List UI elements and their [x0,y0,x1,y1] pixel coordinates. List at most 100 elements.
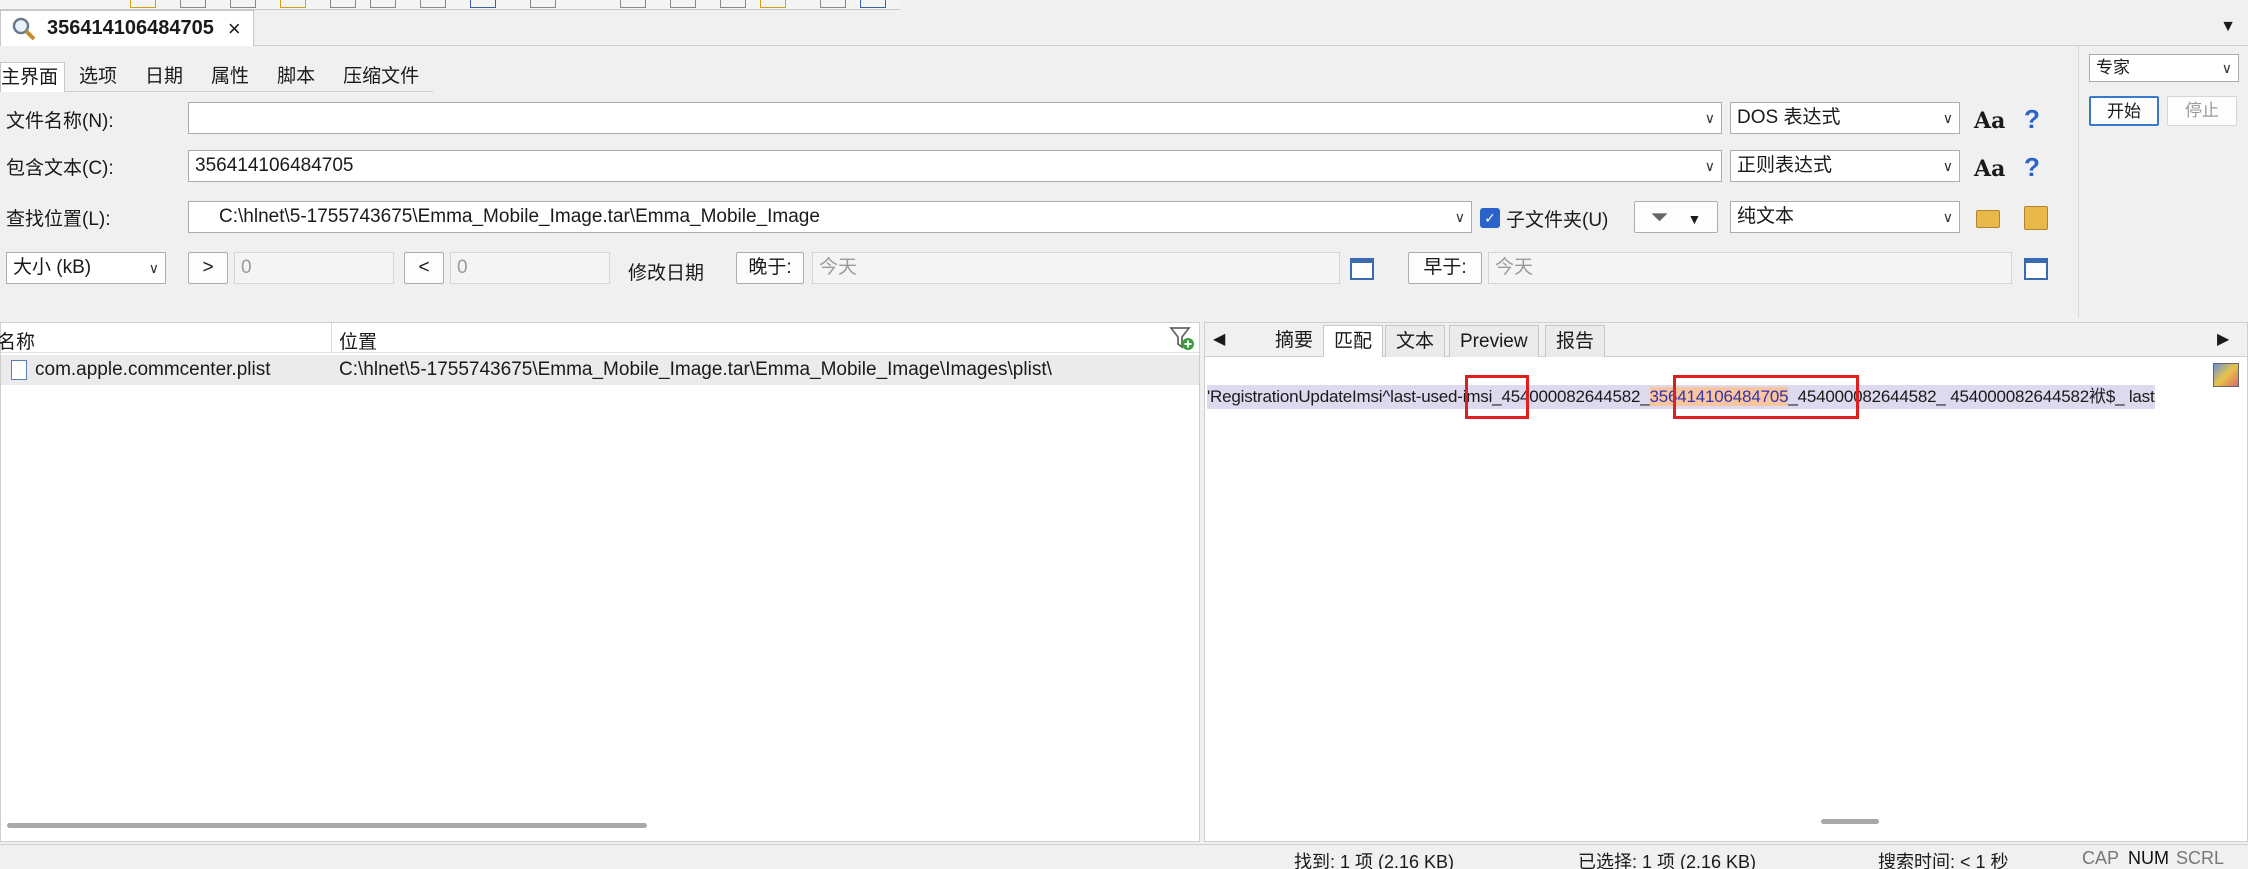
toolbar-icon[interactable] [530,0,556,8]
size-greater-button[interactable]: > [188,252,228,284]
toolbar-icon[interactable] [180,0,206,8]
image-icon[interactable] [2213,363,2239,387]
tab-archives[interactable]: 压缩文件 [329,62,434,92]
chevron-down-icon[interactable]: ∨ [1943,151,1953,181]
size-unit-select[interactable]: 大小 (kB) ∨ [6,252,166,284]
match-prefix: 'RegistrationUpdateImsi^last-used-imsi_ [1207,387,1502,406]
column-divider[interactable] [331,323,332,353]
after-date-input[interactable]: 今天 [812,252,1340,284]
location-label: 查找位置(L): [6,209,111,230]
toolbar-icon[interactable] [620,0,646,8]
help-icon[interactable]: ? [2024,104,2040,135]
chevron-down-icon[interactable]: ∨ [1455,202,1465,232]
table-row[interactable]: com.apple.commcenter.plist C:\hlnet\5-17… [1,355,1199,385]
criteria-tabs: 主界面 选项 日期 属性 脚本 压缩文件 [0,62,434,92]
before-date-input[interactable]: 今天 [1488,252,2012,284]
subfolders-checkbox[interactable]: ✓ [1480,208,1500,228]
funnel-icon: ⏷ [1650,204,1669,229]
size-less-button[interactable]: < [404,252,444,284]
tab-options[interactable]: 选项 [65,62,132,92]
content-input[interactable]: 356414106484705 ∨ [188,150,1722,182]
preview-tabs: ◀ 摘要 匹配 文本 Preview 报告 ▶ [1205,323,2247,357]
profile-value: 专家 [2096,58,2130,77]
tab-text[interactable]: 文本 [1385,325,1446,357]
num-indicator: NUM [2128,848,2169,868]
calendar-icon[interactable] [2024,258,2048,280]
tab-script[interactable]: 脚本 [263,62,330,92]
toolbar-icon[interactable] [760,0,786,8]
toolbar-icon[interactable] [370,0,396,8]
chevron-down-icon[interactable]: ∨ [149,253,159,283]
stop-button[interactable]: 停止 [2167,96,2237,126]
chevron-down-icon[interactable]: ∨ [1705,151,1715,181]
toolbar-icon[interactable] [230,0,256,8]
tab-attributes[interactable]: 属性 [197,62,264,92]
tab-title: 356414106484705 [47,17,214,39]
size-unit-value: 大小 (kB) [13,257,92,278]
toolbar-icon[interactable] [470,0,496,8]
chevron-down-icon[interactable]: ∨ [1943,103,1953,133]
result-name: com.apple.commcenter.plist [35,359,271,380]
tab-matches[interactable]: 匹配 [1323,325,1384,357]
scroll-indicator: SCRL [2176,848,2225,868]
content-label: 包含文本(C): [6,158,114,179]
size-max-input[interactable]: 0 [450,252,610,284]
tab-main[interactable]: 主界面 [0,62,66,92]
toolbar-icon[interactable] [820,0,846,8]
close-tab-icon[interactable]: × [228,16,241,42]
before-button[interactable]: 早于: [1408,252,1482,284]
preview-scrollbar[interactable] [1821,819,1879,824]
results-header: 名称 位置 [0,323,1199,354]
document-tab-bar: 356414106484705 × ▼ [0,10,2248,46]
location-value: C:\hlnet\5-1755743675\Emma_Mobile_Image.… [219,206,820,227]
toolbar-icon[interactable] [720,0,746,8]
location-input[interactable]: C:\hlnet\5-1755743675\Emma_Mobile_Image.… [188,201,1472,233]
horizontal-scrollbar[interactable] [7,823,647,828]
tab-preview[interactable]: Preview [1449,325,1539,357]
tab-summary[interactable]: 摘要 [1255,325,1313,357]
modified-date-label: 修改日期 [628,263,705,284]
filename-input[interactable]: ∨ [188,102,1722,134]
match-case-icon[interactable]: Aa [1974,108,2005,134]
chevron-down-icon: ▼ [1687,211,1702,227]
scroll-right-icon[interactable]: ▶ [2217,329,2229,349]
column-header-location[interactable]: 位置 [339,327,377,354]
folder-icon[interactable] [280,0,306,8]
toolbar-icon[interactable] [860,0,886,8]
tab-list-dropdown-icon[interactable]: ▼ [2220,18,2236,36]
scroll-left-icon[interactable]: ◀ [1213,329,1225,349]
chevron-down-icon[interactable]: ∨ [1705,103,1715,133]
chevron-down-icon[interactable]: ∨ [2222,55,2232,81]
toolbar-icon[interactable] [420,0,446,8]
column-header-name[interactable]: 名称 [0,327,35,354]
caps-indicator: CAP [2082,848,2120,868]
toolbar-icon[interactable] [330,0,356,8]
toolbar-icon[interactable] [670,0,696,8]
profile-select[interactable]: 专家 ∨ [2089,54,2239,82]
folder-open-icon[interactable] [1976,210,2000,228]
preview-pane: ◀ 摘要 匹配 文本 Preview 报告 ▶ 'RegistrationUpd… [1204,322,2248,842]
file-icon [11,360,27,380]
folders-icon[interactable] [2024,206,2048,230]
match-case-icon[interactable]: Aa [1974,156,2005,182]
magnifier-icon [11,16,37,42]
star-icon[interactable] [130,0,156,8]
search-tab[interactable]: 356414106484705 × [0,10,254,46]
filename-mode-select[interactable]: DOS 表达式 ∨ [1730,102,1960,134]
size-min-input[interactable]: 0 [234,252,394,284]
start-button[interactable]: 开始 [2089,96,2159,126]
top-toolbar [0,0,900,10]
filter-button[interactable]: ⏷ ▼ [1634,201,1718,233]
file-type-select[interactable]: 纯文本 ∨ [1730,201,1960,233]
chevron-down-icon[interactable]: ∨ [1943,202,1953,232]
calendar-icon[interactable] [1350,258,1374,280]
content-mode-select[interactable]: 正则表达式 ∨ [1730,150,1960,182]
tab-date[interactable]: 日期 [131,62,198,92]
status-selected: 已选择: 1 项 (2.16 KB) [1578,852,1757,869]
filter-add-icon[interactable] [1169,325,1195,351]
tab-report[interactable]: 报告 [1545,325,1606,357]
result-location: C:\hlnet\5-1755743675\Emma_Mobile_Image.… [339,359,1052,380]
help-icon[interactable]: ? [2024,152,2040,183]
after-button[interactable]: 晚于: [736,252,804,284]
content-value: 356414106484705 [195,155,354,176]
